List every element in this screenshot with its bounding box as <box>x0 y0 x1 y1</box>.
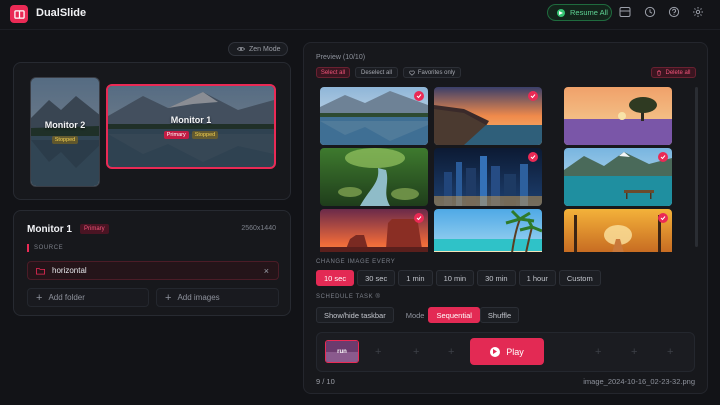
monitor-layout-card: Monitor 2 Stopped Monitor 1 Primary Stop… <box>13 62 291 200</box>
thumbnail-alpine-lake-dock[interactable] <box>564 148 672 206</box>
trash-icon <box>657 69 662 76</box>
monitor-2-tile[interactable]: Monitor 2 Stopped <box>30 77 100 187</box>
deselect-all-button[interactable]: Deselect all <box>355 67 398 78</box>
zen-mode-button[interactable]: Zen Mode <box>228 42 288 56</box>
thumbnail-grid <box>320 87 692 252</box>
resolution-text: 2560x1440 <box>241 225 276 232</box>
thumbnail-lake-mountains[interactable] <box>320 87 428 145</box>
title-bar: DualSlide Resume All <box>0 0 720 30</box>
thumbnail-scrollbar[interactable] <box>695 87 698 247</box>
eye-icon <box>237 47 245 51</box>
monitor-config-title: Monitor 1 <box>27 224 72 235</box>
interval-10-min[interactable]: 10 min <box>435 270 475 286</box>
remove-source-icon[interactable]: × <box>264 266 269 276</box>
interval-30-sec[interactable]: 30 sec <box>357 270 396 286</box>
play-icon <box>557 8 565 17</box>
plus-icon: + <box>36 291 43 304</box>
play-label: Play <box>506 346 524 357</box>
monitor-2-status-badge: Stopped <box>51 136 79 144</box>
run-label: run <box>337 348 347 355</box>
delete-all-button[interactable]: Delete all <box>651 67 696 78</box>
monitor-1-label: Monitor 1 <box>170 114 212 125</box>
current-filename: image_2024-10-16_02-23-32.png <box>583 377 695 386</box>
play-button[interactable]: Play <box>470 338 544 365</box>
zen-mode-label: Zen Mode <box>249 45 281 53</box>
selected-check-icon[interactable] <box>414 213 424 223</box>
thumbnail-desert-sunset[interactable] <box>320 209 428 252</box>
info-icon[interactable]: ® <box>376 294 381 300</box>
empty-slot-plus-icon[interactable]: + <box>448 346 454 358</box>
history-icon[interactable] <box>644 6 656 18</box>
empty-slot-plus-icon[interactable]: + <box>375 346 381 358</box>
schedule-row: Show/hide taskbar Mode Sequential Shuffl… <box>316 307 520 323</box>
mode-label: Mode <box>405 310 425 320</box>
play-circle-icon <box>490 346 501 357</box>
thumbnail-city-night[interactable] <box>434 148 542 206</box>
mode-sequential[interactable]: Sequential <box>428 307 480 323</box>
change-image-label: CHANGE IMAGE EVERY <box>316 259 396 265</box>
thumbnail-forest-stream[interactable] <box>320 148 428 206</box>
settings-icon[interactable] <box>692 6 704 18</box>
selected-check-icon[interactable] <box>414 91 424 101</box>
preview-panel: Preview (10/10) Select all Deselect all … <box>303 42 708 394</box>
add-images-label: Add images <box>177 293 220 302</box>
mode-shuffle[interactable]: Shuffle <box>479 307 520 323</box>
thumbnail-autumn-road[interactable] <box>564 209 672 252</box>
source-folder-name: horizontal <box>52 266 87 275</box>
monitor-1-tile[interactable]: Monitor 1 Primary Stopped <box>106 84 276 169</box>
thumbnail-coast-sunset[interactable] <box>434 87 542 145</box>
add-folder-button[interactable]: + Add folder <box>27 288 149 307</box>
source-folder-row[interactable]: horizontal × <box>27 261 279 280</box>
heart-icon <box>409 70 415 76</box>
interval-10-sec[interactable]: 10 sec <box>316 270 355 286</box>
delete-all-label: Delete all <box>665 69 691 76</box>
interval-30-min[interactable]: 30 min <box>477 270 516 286</box>
empty-slot-plus-icon[interactable]: + <box>413 346 419 358</box>
run-thumbnail[interactable]: run <box>325 340 359 363</box>
selected-check-icon[interactable] <box>528 152 538 162</box>
thumbnail-tropical-beach[interactable] <box>434 209 542 252</box>
add-images-button[interactable]: + Add images <box>156 288 279 307</box>
selected-check-icon[interactable] <box>528 91 538 101</box>
empty-slot-plus-icon[interactable]: + <box>631 346 637 358</box>
favorites-only-label: Favorites only <box>417 69 456 76</box>
monitor-1-primary-badge: Primary <box>163 130 189 139</box>
resume-all-button[interactable]: Resume All <box>547 4 612 21</box>
interval-custom[interactable]: Custom <box>558 270 601 286</box>
resume-all-label: Resume All <box>570 8 608 17</box>
interval-1-min[interactable]: 1 min <box>398 270 433 286</box>
empty-slot-plus-icon[interactable]: + <box>595 346 601 358</box>
monitor-2-label: Monitor 2 <box>44 120 86 130</box>
monitor-1-status-badge: Stopped <box>191 130 219 139</box>
interval-selector: 10 sec 30 sec 1 min 10 min 30 min 1 hour… <box>316 270 601 286</box>
app-title: DualSlide <box>36 7 87 19</box>
plus-icon: + <box>165 291 172 304</box>
image-counter: 9 / 10 <box>316 377 335 386</box>
selected-check-icon[interactable] <box>658 213 668 223</box>
layout-icon[interactable] <box>619 6 631 18</box>
selected-check-icon[interactable] <box>658 152 668 162</box>
source-section-label: SOURCE <box>27 244 63 252</box>
favorites-only-button[interactable]: Favorites only <box>403 67 461 78</box>
playback-bar: run + + + Play + + + <box>316 332 695 372</box>
primary-badge: Primary <box>80 224 109 234</box>
thumbnail-lavender-tree[interactable] <box>564 87 672 145</box>
help-icon[interactable] <box>668 6 680 18</box>
show-hide-taskbar-button[interactable]: Show/hide taskbar <box>316 307 394 323</box>
app-logo-icon <box>10 5 28 23</box>
folder-icon <box>36 267 45 275</box>
add-folder-label: Add folder <box>48 293 85 302</box>
preview-title: Preview (10/10) <box>316 54 365 61</box>
interval-1-hour[interactable]: 1 hour <box>518 270 556 286</box>
monitor-config-card: Monitor 1 Primary 2560x1440 SOURCE horiz… <box>13 210 291 316</box>
empty-slot-plus-icon[interactable]: + <box>667 346 673 358</box>
preview-count: (10/10) <box>342 54 366 61</box>
schedule-task-label: SCHEDULE TASK ® <box>316 294 381 300</box>
select-all-button[interactable]: Select all <box>316 67 350 78</box>
schedule-task-text: SCHEDULE TASK <box>316 294 374 300</box>
preview-title-text: Preview <box>316 54 341 61</box>
